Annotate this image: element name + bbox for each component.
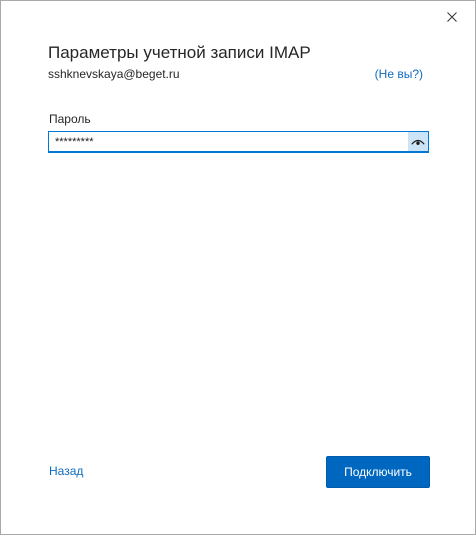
account-email: sshknevskaya@beget.ru — [48, 67, 180, 81]
eye-icon — [411, 133, 425, 151]
close-button[interactable] — [429, 1, 475, 33]
imap-settings-dialog: Параметры учетной записи IMAP sshknevska… — [0, 0, 476, 535]
password-value[interactable]: ********* — [49, 133, 408, 151]
back-link[interactable]: Назад — [49, 464, 83, 478]
dialog-title: Параметры учетной записи IMAP — [48, 43, 311, 62]
password-label: Пароль — [49, 112, 91, 126]
close-icon — [447, 12, 457, 22]
reveal-password-button[interactable] — [408, 132, 428, 151]
connect-button[interactable]: Подключить — [326, 456, 430, 488]
not-you-link[interactable]: (Не вы?) — [375, 67, 423, 81]
password-field[interactable]: ********* — [48, 131, 429, 153]
